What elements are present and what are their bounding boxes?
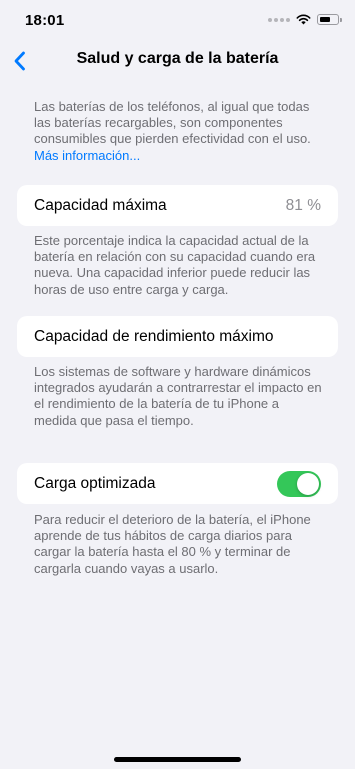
page-title: Salud y carga de la batería [76, 50, 279, 67]
optimized-charging-footnote: Para reducir el deterioro de la batería,… [34, 512, 311, 576]
max-capacity-footnote: Este porcentaje indica la capacidad actu… [34, 233, 316, 297]
status-icons [268, 14, 342, 25]
max-capacity-label: Capacidad máxima [34, 197, 167, 214]
intro-text: Las baterías de los teléfonos, al igual … [34, 99, 324, 164]
nav-bar: Salud y carga de la batería [0, 40, 355, 80]
more-info-link[interactable]: Más información... [34, 148, 140, 163]
optimized-charging-toggle[interactable] [277, 471, 321, 497]
battery-icon [317, 14, 342, 25]
toggle-knob [297, 473, 319, 495]
optimized-charging-row: Carga optimizada [17, 463, 338, 504]
peak-performance-row: Capacidad de rendimiento máximo [17, 316, 338, 357]
peak-performance-label: Capacidad de rendimiento máximo [34, 328, 274, 345]
screen: 18:01 Salud y carga de la batería Las ba… [0, 0, 355, 769]
max-capacity-row: Capacidad máxima 81 % [17, 185, 338, 226]
optimized-charging-label: Carga optimizada [34, 475, 156, 492]
home-indicator[interactable] [114, 757, 241, 762]
max-capacity-value: 81 % [285, 197, 321, 214]
status-bar: 18:01 [0, 0, 355, 40]
status-time: 18:01 [25, 12, 65, 29]
wifi-icon [296, 14, 311, 25]
peak-performance-footnote: Los sistemas de software y hardware diná… [34, 364, 322, 428]
signal-icon [268, 17, 290, 22]
intro-body: Las baterías de los teléfonos, al igual … [34, 99, 311, 147]
